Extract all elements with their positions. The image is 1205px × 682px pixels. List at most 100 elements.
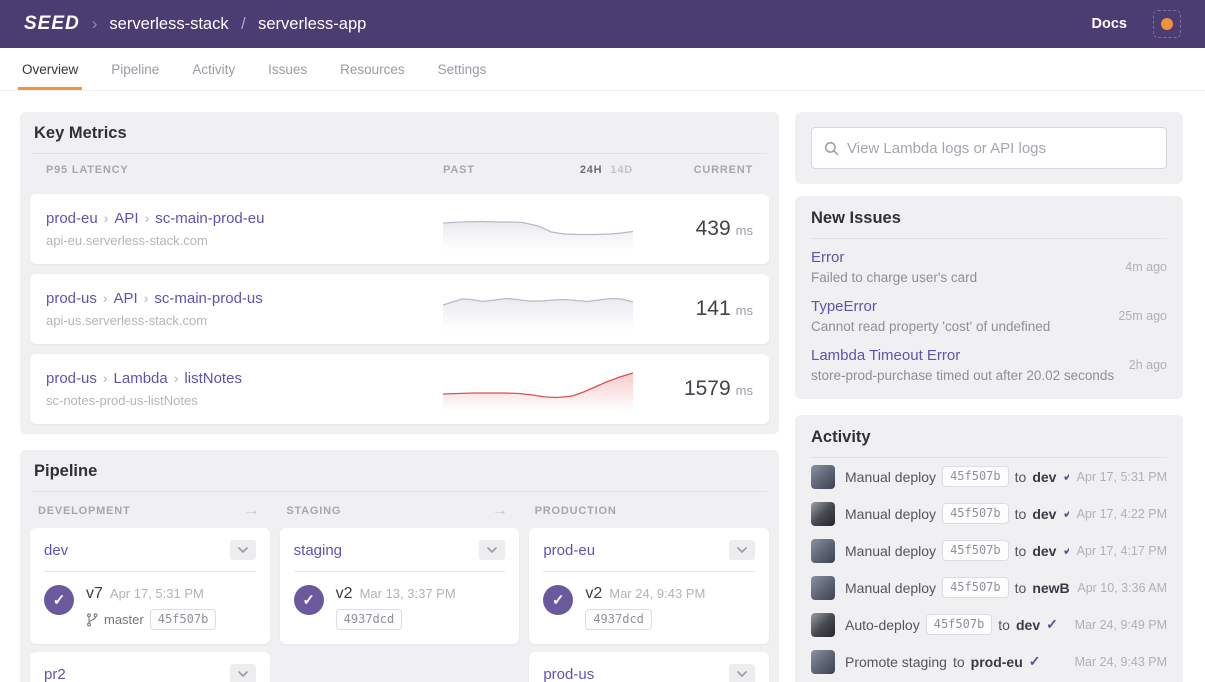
stage-select-button[interactable] <box>729 664 755 682</box>
build-version[interactable]: v7 <box>86 585 103 602</box>
crumb-chevron-icon: › <box>143 290 149 306</box>
stage-name-link[interactable]: staging <box>294 542 342 559</box>
logs-search-box[interactable] <box>811 127 1167 169</box>
range-14d-toggle[interactable]: 14D <box>610 164 633 176</box>
avatar <box>1161 18 1173 30</box>
build-date: Mar 13, 3:37 PM <box>359 586 456 601</box>
stage-name-link[interactable]: pr2 <box>44 666 66 682</box>
activity-to: to <box>952 653 965 670</box>
metric-env-link[interactable]: prod-eu <box>46 210 98 227</box>
tab-bar: Overview Pipeline Activity Issues Resour… <box>0 48 1205 91</box>
breadcrumb-org[interactable]: serverless-stack <box>109 15 228 33</box>
stage-label-staging: STAGING <box>286 505 342 517</box>
build-date: Mar 24, 9:43 PM <box>609 586 706 601</box>
crumb-chevron-icon: › <box>102 290 108 306</box>
tab-overview[interactable]: Overview <box>17 48 83 90</box>
avatar <box>811 501 835 526</box>
metric-env-link[interactable]: prod-us <box>46 370 97 387</box>
issue-title-link[interactable]: Error <box>811 249 844 266</box>
metric-subtitle: api-us.serverless-stack.com <box>46 313 208 328</box>
seed-logo[interactable]: SEED <box>24 13 80 35</box>
metric-type-link[interactable]: API <box>114 210 138 227</box>
logs-search-input[interactable] <box>847 139 1154 157</box>
breadcrumb-app[interactable]: serverless-app <box>258 15 366 33</box>
issue-title-link[interactable]: TypeError <box>811 298 877 315</box>
tab-settings[interactable]: Settings <box>436 48 489 90</box>
metric-name-link[interactable]: sc-main-prod-us <box>154 290 262 307</box>
avatar <box>811 464 835 489</box>
range-24h-toggle[interactable]: 24H <box>580 164 603 176</box>
stage-card-pr2: pr2 <box>30 652 270 682</box>
deploy-success-icon: ✓ <box>44 585 74 615</box>
commit-hash-badge[interactable]: 45f507b <box>149 609 217 630</box>
metric-column-label: P95 LATENCY <box>46 164 129 176</box>
activity-title: Activity <box>811 415 1167 458</box>
activity-target: dev <box>1032 505 1057 522</box>
stage-name-link[interactable]: prod-eu <box>543 542 595 559</box>
activity-to: to <box>1014 505 1027 522</box>
success-check-icon: ✓ <box>1028 653 1041 669</box>
metric-type-link[interactable]: API <box>114 290 138 307</box>
issue-title-link[interactable]: Lambda Timeout Error <box>811 347 960 364</box>
pipeline-title: Pipeline <box>34 462 98 480</box>
build-version[interactable]: v2 <box>336 585 353 602</box>
commit-hash-badge[interactable]: 45f507b <box>942 466 1009 487</box>
success-check-icon: ✓ <box>1062 542 1069 558</box>
chevron-down-icon <box>737 547 747 553</box>
commit-hash-badge[interactable]: 4937dcd <box>335 609 403 630</box>
activity-action: Manual deploy <box>845 579 937 596</box>
stage-card-staging: staging ✓ v2 Mar 13, 3:37 PM 4937dcd <box>279 528 520 644</box>
tab-resources[interactable]: Resources <box>338 48 407 90</box>
deploy-success-icon: ✓ <box>293 585 324 615</box>
activity-panel: Activity Manual deploy 45f507b to dev ✓ … <box>795 415 1183 682</box>
tab-issues[interactable]: Issues <box>266 48 309 90</box>
commit-hash-badge[interactable]: 45f507b <box>942 577 1009 598</box>
metric-env-link[interactable]: prod-us <box>46 290 97 307</box>
metric-row: prod-eu › API › sc-main-prod-eu api-eu.serve… <box>30 194 769 264</box>
issue-description: Failed to charge user's card <box>811 270 978 285</box>
stage-label-production: PRODUCTION <box>534 505 617 517</box>
commit-hash-badge[interactable]: 45f507b <box>942 540 1009 561</box>
avatar <box>811 612 835 637</box>
issue-time: 2h ago <box>1128 358 1167 372</box>
metric-name-link[interactable]: listNotes <box>184 370 242 387</box>
git-branch-icon <box>87 612 98 627</box>
issue-item: TypeError Cannot read property 'cost' of… <box>811 288 1167 337</box>
deploy-success-icon: ✓ <box>543 585 574 615</box>
build-version[interactable]: v2 <box>585 585 602 602</box>
stage-name-link[interactable]: dev <box>44 542 68 559</box>
tab-activity[interactable]: Activity <box>190 48 237 90</box>
stage-name-link[interactable]: prod-us <box>543 666 594 682</box>
stage-select-button[interactable] <box>729 540 755 560</box>
stage-select-button[interactable] <box>229 664 256 682</box>
activity-item: Auto-deploy 45f507b to dev ✓ Mar 24, 9:4… <box>811 606 1167 643</box>
commit-hash-badge[interactable]: 45f507b <box>942 503 1009 524</box>
issue-time: 4m ago <box>1125 260 1167 274</box>
issue-time: 25m ago <box>1118 309 1167 323</box>
docs-link[interactable]: Docs <box>1092 16 1127 32</box>
activity-action: Auto-deploy <box>845 616 920 633</box>
activity-time: Apr 10, 3:36 AM <box>1077 580 1167 595</box>
metric-unit: ms <box>735 383 753 398</box>
stage-select-button[interactable] <box>229 540 256 560</box>
activity-time: Apr 17, 4:17 PM <box>1076 543 1167 558</box>
stage-select-button[interactable] <box>479 540 506 560</box>
activity-action: Manual deploy <box>845 542 937 559</box>
activity-to: to <box>1014 468 1027 485</box>
activity-target: dev <box>1032 468 1057 485</box>
stage-arrow-icon: → <box>243 502 261 519</box>
commit-hash-badge[interactable]: 4937dcd <box>585 609 652 630</box>
crumb-chevron-icon: › <box>102 370 108 386</box>
stage-card-prod-eu: prod-eu ✓ v2 Mar 24, 9:43 PM 4937dcd <box>529 528 769 644</box>
commit-hash-badge[interactable]: 45f507b <box>925 614 993 635</box>
latency-sparkline <box>443 297 633 331</box>
tab-pipeline[interactable]: Pipeline <box>109 48 161 90</box>
chevron-down-icon <box>237 671 248 677</box>
activity-target: newBrar <box>1032 579 1070 596</box>
metric-name-link[interactable]: sc-main-prod-eu <box>155 210 264 227</box>
breadcrumb-slash: / <box>241 14 246 33</box>
metric-type-link[interactable]: Lambda <box>114 370 168 387</box>
avatar <box>811 538 835 563</box>
user-menu-button[interactable] <box>1153 10 1181 38</box>
avatar <box>811 649 835 674</box>
